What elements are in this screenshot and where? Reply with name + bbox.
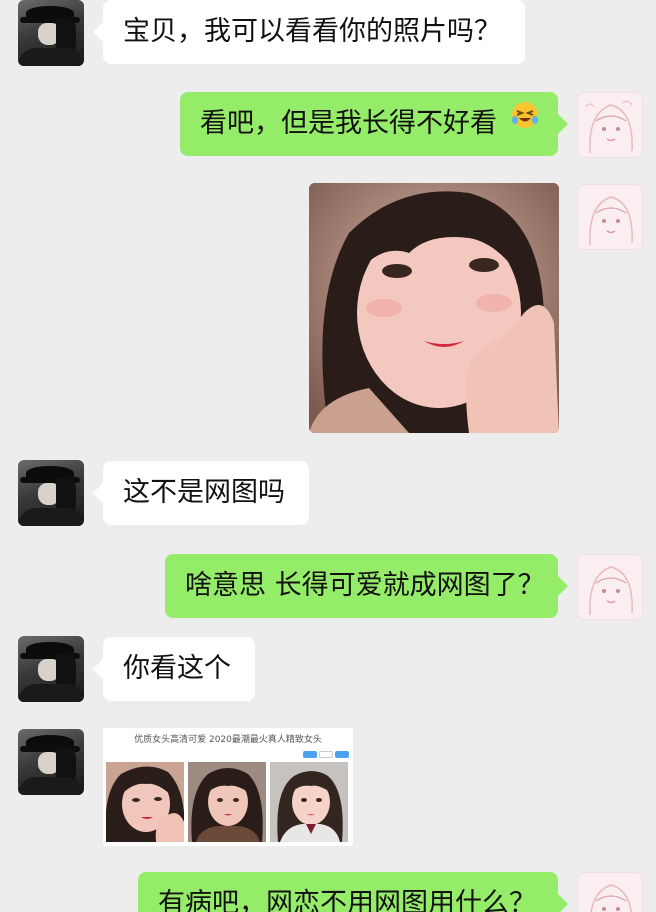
message-bubble[interactable]: 啥意思 长得可爱就成网图了？ <box>165 554 568 618</box>
sender-avatar[interactable] <box>18 0 84 66</box>
message-text: 宝贝，我可以看看你的照片吗？ <box>123 16 501 47</box>
sender-avatar[interactable] <box>18 729 84 795</box>
thumbnail-image <box>188 762 266 842</box>
receiver-avatar[interactable] <box>577 554 643 620</box>
receiver-avatar[interactable] <box>577 184 643 250</box>
message-bubble[interactable]: 你看这个 <box>93 637 255 701</box>
message-text: 啥意思 长得可爱就成网图了？ <box>185 570 545 601</box>
sender-avatar[interactable] <box>18 460 84 526</box>
message-bubble[interactable]: 有病吧，网恋不用网图用什么？ <box>138 872 568 912</box>
message-text: 看吧，但是我长得不好看 <box>200 108 497 139</box>
message-text: 你看这个 <box>123 653 231 684</box>
selfie-photo[interactable] <box>309 183 559 433</box>
receiver-avatar[interactable] <box>577 92 643 158</box>
thumbnail-image <box>270 762 348 842</box>
receiver-avatar[interactable] <box>577 872 643 912</box>
screenshot-title: 优质女头高清可爱 2020最潮最火真人精致女头 <box>134 735 322 745</box>
message-bubble[interactable]: 宝贝，我可以看看你的照片吗？ <box>93 0 525 64</box>
message-bubble[interactable]: 这不是网图吗 <box>93 461 309 525</box>
chat-window: 宝贝，我可以看看你的照片吗？ 看吧，但是我长得不好看 这不是网图吗 啥意思 长得… <box>0 0 656 912</box>
message-bubble[interactable]: 看吧，但是我长得不好看 <box>180 90 568 156</box>
anime-girl-avatar-icon <box>589 566 633 616</box>
laughing-crying-emoji-icon <box>510 90 540 154</box>
thumbnail-image <box>106 762 184 842</box>
screenshot-image[interactable]: 优质女头高清可爱 2020最潮最火真人精致女头 <box>103 728 353 846</box>
anime-girl-avatar-icon <box>589 196 633 246</box>
message-text: 这不是网图吗 <box>123 477 285 508</box>
sender-avatar[interactable] <box>18 636 84 702</box>
anime-girl-avatar-icon <box>585 100 633 154</box>
message-text: 有病吧，网恋不用网图用什么？ <box>158 888 536 912</box>
anime-girl-avatar-icon <box>590 884 632 912</box>
